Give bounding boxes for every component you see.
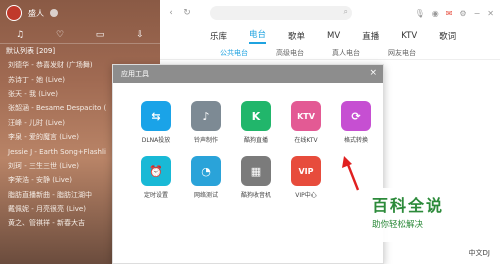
tool-label: 网络测试 [193,192,218,199]
tool-live[interactable]: K 酷狗直播 [231,101,281,144]
ktv-icon[interactable]: KTV [291,101,321,131]
song-title: 刘珂 - 三生三世 (Live) [8,161,79,170]
playlist-header[interactable]: 默认列表 [209] [0,44,160,58]
settings-icon[interactable]: ⚙ [459,9,466,18]
tab-4[interactable]: 直播 [362,30,379,42]
refresh-icon[interactable]: ↻ [182,8,192,18]
subtab-2[interactable]: 真人电台 [332,48,360,58]
tool-radio[interactable]: ▦ 酷狗收音机 [231,156,281,199]
dialog-title: 应用工具 [121,70,149,78]
song-title: 张天 - 我 (Live) [8,89,58,98]
folder-icon[interactable]: ▭ [95,30,105,40]
song-title: 戴佩妮 - 月亮很亮 (Live) [8,205,86,214]
song-title: 李荣浩 - 安静 (Live) [8,176,72,185]
skin-icon[interactable]: ◉ [432,9,439,18]
subtab-1[interactable]: 高级电台 [276,48,304,58]
top-bar: ‹ ↻ ⌕ 🎙 ◉ ✉ ⚙ − ✕ [160,0,500,26]
song-title: 苏诗丁 - 她 (Live) [8,75,65,84]
download-icon[interactable]: ⇩ [135,30,145,40]
tool-label: 酷狗收音机 [240,192,271,199]
live-icon[interactable]: K [241,101,271,131]
tool-convert[interactable]: ⟳ 格式转换 [331,101,381,144]
speed-icon[interactable]: ◔ [191,156,221,186]
main-tabs: 乐库 电台 歌单 MV 直播 KTV 歌词 [160,26,500,46]
vip-icon[interactable]: VIP [291,156,321,186]
dialog-header: 应用工具 [113,65,383,83]
tool-speed[interactable]: ◔ 网络测试 [181,156,231,199]
tab-1[interactable]: 电台 [249,28,267,44]
tool-ringtone[interactable]: ♪ 铃声制作 [181,101,231,144]
status-dot [50,9,58,17]
watermark-title: 百科全说 [372,196,445,215]
heart-icon[interactable]: ♡ [55,30,65,40]
ringtone-icon[interactable]: ♪ [191,101,221,131]
music-note-icon[interactable]: ♫ [15,30,25,40]
convert-icon[interactable]: ⟳ [341,101,371,131]
song-title: 李泉 - 爱的魔言 (Live) [8,133,79,142]
tool-label: DLNA投放 [141,137,171,144]
close-icon[interactable]: × [369,68,377,78]
tab-5[interactable]: KTV [401,31,417,41]
user-bar: 盛人 [0,0,160,26]
song-title: 脂肪直播新曲 - 脂肪江湖中 [8,190,92,199]
subtab-0[interactable]: 公共电台 [220,48,248,58]
subtab-3[interactable]: 网友电台 [388,48,416,58]
tab-3[interactable]: MV [327,31,340,41]
tool-timer[interactable]: ⏰ 定时设置 [131,156,181,199]
watermark-subtitle: 助你轻松解决 [372,220,424,230]
timer-icon[interactable]: ⏰ [141,156,171,186]
back-icon[interactable]: ‹ [166,8,176,18]
song-title: 刘德华 - 恭喜发财 (广场舞) [8,61,93,70]
tool-label: VIP中心 [295,192,317,199]
mic-icon[interactable]: 🎙 [415,9,425,18]
radio-icon[interactable]: ▦ [241,156,271,186]
search-input[interactable]: ⌕ [210,6,352,20]
tab-6[interactable]: 歌词 [439,30,456,42]
tool-dlna[interactable]: ⇆ DLNA投放 [131,101,181,144]
bottom-label[interactable]: 中文DJ [469,248,490,258]
tool-ktv[interactable]: KTV 在线KTV [281,101,331,144]
song-title: 黄之、管祺祥 - 新春大吉 [8,219,85,228]
dlna-icon[interactable]: ⇆ [141,101,171,131]
pointer-arrow-icon [342,156,360,191]
avatar[interactable] [6,5,22,21]
search-icon[interactable]: ⌕ [344,7,348,17]
sub-tabs: 公共电台 高级电台 真人电台 网友电台 [160,46,500,60]
song-title: Jessie J - Earth Song+Flashli [8,147,106,156]
playlist-header-label: 默认列表 [209] [6,47,56,55]
tool-label: 定时设置 [143,192,168,199]
song-title: 张韶涵 - Besame Despacito ( [8,104,107,113]
watermark: 百科全说 助你轻松解决 [366,188,494,242]
minimize-icon[interactable]: − [474,9,481,18]
tool-label: 酷狗直播 [243,137,268,144]
tool-label: 格式转换 [343,137,368,144]
tab-2[interactable]: 歌单 [288,30,305,42]
song-title: 汪峰 - 儿时 (Live) [8,118,65,127]
message-icon[interactable]: ✉ [446,9,453,18]
left-toolbar: ♫ ♡ ▭ ⇩ [0,26,160,44]
close-icon[interactable]: ✕ [487,9,494,18]
window-controls: 🎙 ◉ ✉ ⚙ − ✕ [415,9,494,18]
tool-label: 在线KTV [294,137,318,144]
tool-vip[interactable]: VIP VIP中心 [281,156,331,199]
tool-label: 铃声制作 [193,137,218,144]
tab-0[interactable]: 乐库 [210,30,227,42]
username[interactable]: 盛人 [28,8,44,19]
